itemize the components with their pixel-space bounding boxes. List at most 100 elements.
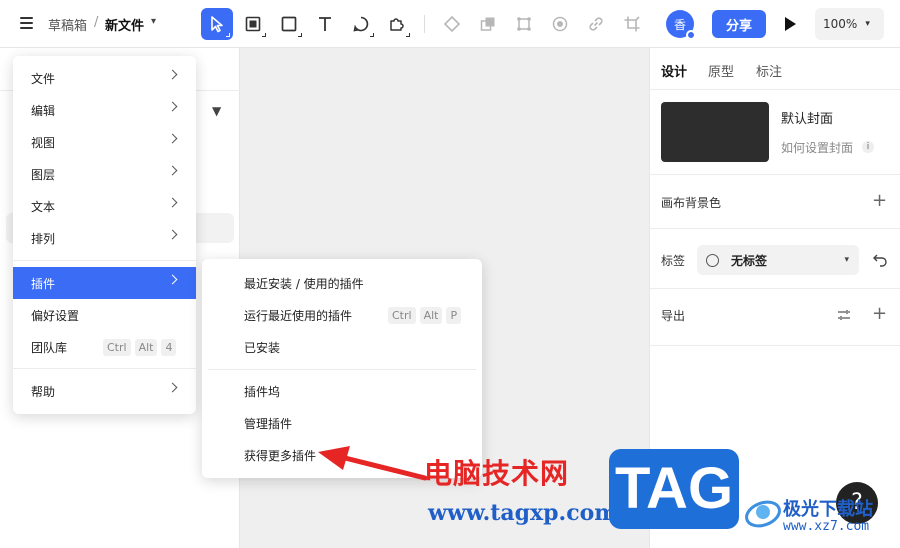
chevron-down-icon[interactable]: ▾: [151, 16, 156, 27]
chevron-down-icon: ▾: [865, 19, 870, 29]
submenu-item-manage-plugins[interactable]: 管理插件: [202, 407, 482, 439]
menu-item-layers[interactable]: 图层: [13, 158, 196, 190]
tags-value: 无标签: [731, 253, 768, 268]
menu-item-preferences[interactable]: 偏好设置: [13, 299, 196, 331]
menu-item-label: 排列: [31, 231, 56, 246]
tag-circle-icon: [706, 253, 719, 267]
info-icon[interactable]: i: [862, 141, 874, 153]
chevron-right-icon: [167, 197, 178, 208]
user-avatar[interactable]: 香: [666, 10, 696, 40]
tab-annotation[interactable]: 标注: [756, 61, 782, 80]
sliders-icon[interactable]: [837, 308, 851, 322]
chevron-right-icon: [167, 274, 178, 285]
text-icon: [319, 17, 331, 31]
zoom-dropdown[interactable]: 100% ▾: [815, 8, 884, 40]
plugin-tool-button[interactable]: [381, 8, 413, 40]
chevron-right-icon: [167, 229, 178, 240]
main-menu: 文件 编辑 视图 图层 文本 排列 插件 偏好设置 团队库 Ctrl Alt 4…: [13, 56, 196, 414]
tags-label: 标签: [661, 254, 686, 268]
menu-item-label: 视图: [31, 135, 56, 150]
submenu-item-run-last-plugin[interactable]: 运行最近使用的插件 Ctrl Alt P: [202, 299, 482, 331]
tab-design[interactable]: 设计: [661, 61, 687, 80]
submenu-item-label: 运行最近使用的插件: [244, 308, 353, 323]
play-icon[interactable]: [780, 14, 800, 34]
rectangle-icon: [281, 16, 297, 32]
submenu-item-recent-plugins[interactable]: 最近安装 / 使用的插件: [202, 267, 482, 299]
breadcrumb-drafts[interactable]: 草稿箱: [48, 15, 87, 34]
main-menu-icon[interactable]: [20, 17, 33, 29]
export-label: 导出: [661, 309, 686, 323]
submenu-item-plugin-dock[interactable]: 插件坞: [202, 375, 482, 407]
cover-help-link[interactable]: 如何设置封面: [781, 139, 853, 156]
fill-tool-button[interactable]: [544, 8, 576, 40]
add-export-plus-icon[interactable]: +: [872, 305, 887, 323]
menu-item-label: 文本: [31, 199, 56, 214]
menu-item-plugins[interactable]: 插件: [13, 267, 196, 299]
shortcut-key: P: [446, 307, 462, 324]
shortcut-key: Ctrl: [388, 307, 416, 324]
tags-dropdown[interactable]: 无标签 ▾: [697, 245, 859, 275]
toolbar-divider: [424, 15, 425, 33]
watermark-site-url: www.xz7.com: [783, 519, 870, 534]
zoom-value: 100%: [823, 17, 858, 31]
crop-icon: [624, 16, 640, 32]
move-tool-button[interactable]: [201, 8, 233, 40]
menu-item-arrange[interactable]: 排列: [13, 222, 196, 254]
share-button[interactable]: 分享: [712, 10, 766, 38]
canvas-background-label: 画布背景色: [661, 196, 722, 210]
file-name[interactable]: 新文件: [105, 15, 144, 34]
mask-tool-button[interactable]: [508, 8, 540, 40]
menu-item-label: 团队库: [31, 340, 68, 355]
submenu-item-label: 管理插件: [244, 416, 293, 431]
menu-item-team-library[interactable]: 团队库 Ctrl Alt 4: [13, 331, 196, 363]
link-icon: [589, 17, 603, 31]
diamond-icon: [443, 15, 461, 33]
shortcut-keys: Ctrl Alt P: [388, 307, 462, 324]
menu-item-label: 偏好设置: [31, 308, 80, 323]
panel-divider: [650, 89, 900, 90]
menu-item-label: 插件: [31, 276, 56, 291]
text-tool-button[interactable]: [309, 8, 341, 40]
mask-icon: [517, 17, 531, 31]
shortcut-key: Alt: [419, 307, 443, 324]
menu-item-label: 编辑: [31, 103, 56, 118]
component-tool-button[interactable]: [436, 8, 468, 40]
frame-tool-button[interactable]: [237, 8, 269, 40]
submenu-item-label: 获得更多插件: [244, 448, 317, 463]
chevron-right-icon: [167, 165, 178, 176]
submenu-item-installed[interactable]: 已安装: [202, 331, 482, 363]
chevron-right-icon: [167, 382, 178, 393]
rectangle-tool-button[interactable]: [273, 8, 305, 40]
menu-item-edit[interactable]: 编辑: [13, 94, 196, 126]
circle-fill-icon: [552, 16, 568, 32]
cover-title: 默认封面: [781, 112, 834, 127]
plugin-submenu: 最近安装 / 使用的插件 运行最近使用的插件 Ctrl Alt P 已安装 插件…: [202, 259, 482, 478]
chevron-right-icon: [167, 69, 178, 80]
online-dot: [686, 30, 696, 40]
cover-thumbnail[interactable]: [661, 102, 769, 162]
watermark-site-name: 极光下载站: [783, 499, 873, 520]
shortcut-key: 4: [161, 339, 177, 356]
menu-item-label: 图层: [31, 167, 56, 182]
pen-tool-button[interactable]: [345, 8, 377, 40]
chevron-down-icon[interactable]: ▼: [212, 104, 221, 118]
add-background-plus-icon[interactable]: +: [872, 192, 887, 210]
breadcrumb-separator: /: [94, 15, 99, 30]
menu-item-view[interactable]: 视图: [13, 126, 196, 158]
watermark-cn-text: 电脑技术网: [424, 457, 570, 490]
shortcut-keys: Ctrl Alt 4: [103, 339, 177, 356]
menu-item-file[interactable]: 文件: [13, 62, 196, 94]
watermark-url: www.tagxp.com: [428, 500, 618, 526]
boolean-tool-button[interactable]: [472, 8, 504, 40]
shortcut-key: Ctrl: [103, 339, 131, 356]
menu-item-text[interactable]: 文本: [13, 190, 196, 222]
undo-icon[interactable]: [872, 252, 888, 268]
tab-prototype[interactable]: 原型: [708, 61, 734, 80]
puzzle-icon: [390, 18, 404, 31]
menu-item-help[interactable]: 帮助: [13, 375, 196, 407]
panel-divider: [650, 174, 900, 175]
menu-divider: [13, 368, 196, 369]
submenu-item-label: 最近安装 / 使用的插件: [244, 276, 364, 291]
link-tool-button[interactable]: [580, 8, 612, 40]
crop-tool-button[interactable]: [616, 8, 648, 40]
